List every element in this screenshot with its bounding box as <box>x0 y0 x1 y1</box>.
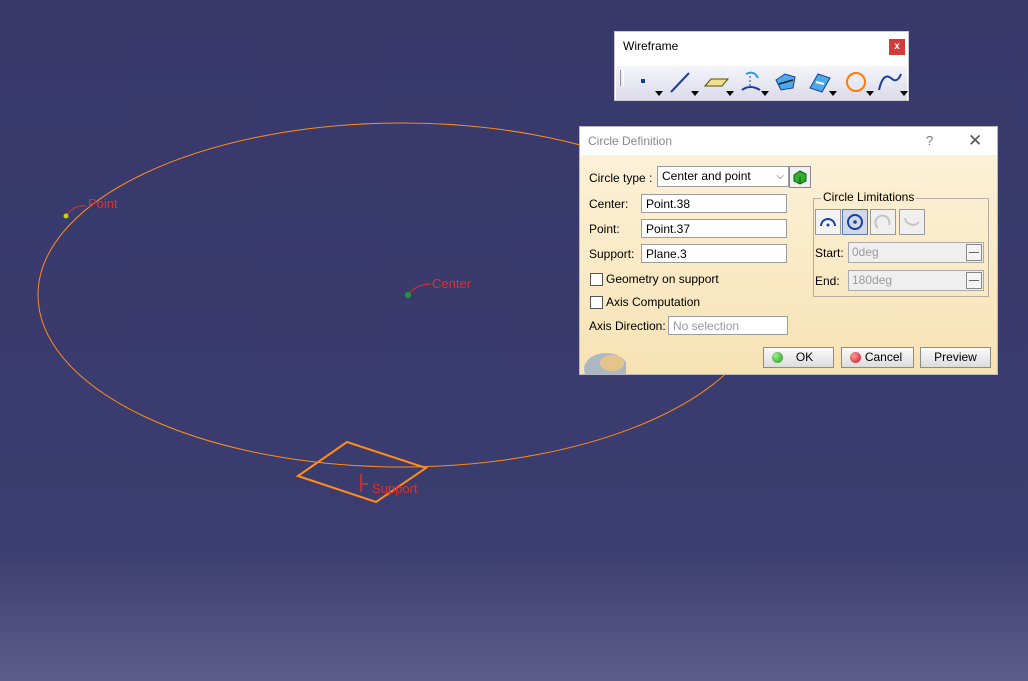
circle-limitations-legend: Circle Limitations <box>821 190 917 204</box>
circle-icon[interactable] <box>841 68 874 96</box>
ok-button-label: OK <box>795 350 814 364</box>
point-marker[interactable] <box>63 213 69 219</box>
spline-icon[interactable] <box>875 68 908 96</box>
circle-type-label: Circle type : <box>589 171 653 185</box>
axis-direction-label: Axis Direction: <box>589 319 666 333</box>
point-label: Point <box>88 196 118 211</box>
start-angle-spinner[interactable]: 0deg <box>848 242 984 263</box>
line-icon[interactable] <box>666 68 699 96</box>
whole-circle-icon <box>847 214 863 230</box>
center-leader <box>407 283 432 296</box>
parallel-curve-icon[interactable] <box>804 68 837 96</box>
complementary-circle-button[interactable] <box>899 209 925 235</box>
projection-icon[interactable] <box>736 68 769 96</box>
dropdown-arrow-icon[interactable] <box>761 91 769 96</box>
circle-type-select[interactable]: Center and point ⌵ <box>657 166 789 187</box>
dropdown-arrow-icon[interactable] <box>655 91 663 96</box>
center-field-label: Center: <box>589 197 629 211</box>
cancel-dot-icon <box>850 352 861 363</box>
point-field[interactable]: Point.37 <box>641 219 787 238</box>
geometry-on-support-label[interactable]: Geometry on support <box>606 272 719 286</box>
support-label: Support <box>372 481 418 496</box>
globe-logo-icon <box>584 353 626 374</box>
support-field[interactable]: Plane.3 <box>641 244 787 263</box>
toolbar-close-button[interactable]: x <box>889 39 905 55</box>
trimmed-circle-button[interactable] <box>870 209 896 235</box>
center-marker[interactable] <box>405 292 411 298</box>
toolbar-icon-strip <box>616 66 908 100</box>
cancel-button[interactable]: Cancel <box>841 347 914 368</box>
preview-button[interactable]: Preview <box>920 347 991 368</box>
part-circle-button[interactable] <box>815 209 841 235</box>
preview-button-label: Preview <box>934 350 977 364</box>
ok-button[interactable]: OK <box>763 347 834 368</box>
dialog-titlebar[interactable]: Circle Definition ? ✕ <box>580 127 997 155</box>
end-label: End: <box>815 274 840 288</box>
circle-type-shape-button[interactable] <box>789 166 811 188</box>
center-field[interactable]: Point.38 <box>641 194 787 213</box>
close-button[interactable]: ✕ <box>968 131 982 151</box>
point-field-label: Point: <box>589 222 620 236</box>
axis-direction-field[interactable]: No selection <box>668 316 788 335</box>
start-label: Start: <box>815 246 844 260</box>
toolbar-title: Wireframe <box>623 39 679 53</box>
center-label: Center <box>432 276 472 291</box>
axis-computation-checkbox[interactable] <box>590 296 603 309</box>
dropdown-arrow-icon[interactable] <box>900 91 908 96</box>
point-icon[interactable] <box>630 68 663 96</box>
circle-definition-dialog: Circle Definition ? ✕ Circle type : Cent… <box>579 126 998 375</box>
wireframe-toolbar: Wireframe x <box>614 31 909 101</box>
dropdown-arrow-icon[interactable] <box>829 91 837 96</box>
dropdown-arrow-icon[interactable] <box>866 91 874 96</box>
complementary-circle-icon <box>904 217 920 226</box>
support-field-label: Support: <box>589 247 635 261</box>
axis-computation-label[interactable]: Axis Computation <box>606 295 700 309</box>
trimmed-circle-icon <box>874 214 891 229</box>
geometry-on-support-checkbox[interactable] <box>590 273 603 286</box>
end-angle-value: 180deg <box>852 273 893 287</box>
toolbar-grip[interactable] <box>620 70 624 86</box>
ok-dot-icon <box>772 352 783 363</box>
dropdown-arrow-icon[interactable] <box>726 91 734 96</box>
support-plane-marker <box>360 474 368 492</box>
start-angle-value: 0deg <box>852 245 879 259</box>
circle-type-value: Center and point <box>662 169 751 183</box>
chevron-down-icon: ⌵ <box>776 171 784 182</box>
dialog-title: Circle Definition <box>588 134 673 148</box>
whole-circle-button[interactable] <box>842 209 868 235</box>
cancel-button-label: Cancel <box>864 350 903 364</box>
help-button[interactable]: ? <box>926 133 933 148</box>
intersection-icon[interactable] <box>771 68 801 96</box>
spinner-arrows-icon[interactable] <box>966 272 982 289</box>
spinner-arrows-icon[interactable] <box>966 244 982 261</box>
plane-icon[interactable] <box>701 68 734 96</box>
green-cube-icon <box>793 170 807 185</box>
dropdown-arrow-icon[interactable] <box>691 91 699 96</box>
part-circle-icon <box>820 218 836 227</box>
end-angle-spinner[interactable]: 180deg <box>848 270 984 291</box>
